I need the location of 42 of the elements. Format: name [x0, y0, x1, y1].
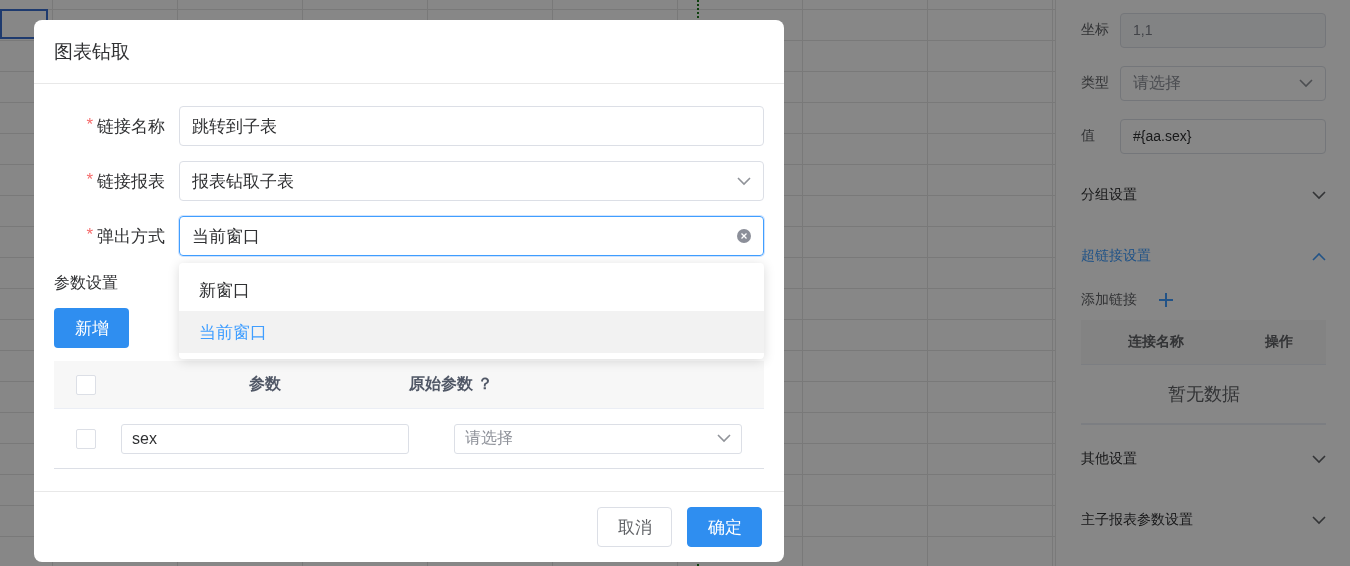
chevron-down-icon	[737, 176, 751, 186]
cancel-button[interactable]: 取消	[597, 507, 672, 547]
required-mark: *	[86, 224, 93, 246]
input-field[interactable]: sex	[121, 423, 409, 454]
section-header[interactable]: 分组设置	[1081, 171, 1326, 219]
chevron-down-icon	[1312, 454, 1326, 464]
select-field[interactable]: 报表钻取子表	[179, 161, 764, 201]
confirm-button[interactable]: 确定	[687, 507, 762, 547]
column-header: 参数	[248, 374, 282, 394]
field-label: 值	[1081, 127, 1096, 145]
clear-icon[interactable]	[737, 229, 751, 243]
dropdown-option[interactable]: 新窗口	[179, 269, 764, 311]
dropdown-option[interactable]: 当前窗口	[179, 311, 764, 353]
chevron-down-icon	[1312, 515, 1326, 525]
field-label: 链接名称	[97, 115, 165, 138]
field-label: 链接报表	[97, 170, 165, 193]
select-field[interactable]: 当前窗口	[179, 216, 764, 256]
column-header: 连接名称	[1127, 333, 1186, 351]
input-field[interactable]: 跳转到子表	[179, 106, 764, 146]
input-field[interactable]: #{aa.sex}	[1120, 118, 1326, 154]
column-header: 原始参数 ？	[409, 374, 495, 394]
checkbox[interactable]	[76, 428, 96, 449]
field-label: 坐标	[1081, 21, 1110, 39]
add-button[interactable]: 新增	[54, 308, 129, 348]
field-label: 弹出方式	[97, 225, 165, 248]
chevron-down-icon	[1312, 190, 1326, 200]
plus-icon[interactable]	[1159, 293, 1173, 307]
required-mark: *	[86, 169, 93, 191]
field-label: 类型	[1081, 74, 1110, 92]
required-mark: *	[86, 114, 93, 136]
dialog-title: 图表钻取	[54, 39, 130, 64]
select-field[interactable]: 请选择	[454, 423, 742, 454]
section-header[interactable]: 主子报表参数设置	[1081, 496, 1326, 544]
chevron-down-icon	[1299, 78, 1313, 88]
chevron-down-icon	[717, 434, 731, 443]
add-link-label: 添加链接	[1081, 291, 1137, 309]
column-header: 操作	[1263, 333, 1294, 351]
section-header[interactable]: 其他设置	[1081, 435, 1326, 483]
section-title: 参数设置	[54, 273, 118, 293]
empty-text: 暂无数据	[1081, 365, 1326, 425]
checkbox[interactable]	[76, 374, 96, 395]
chevron-up-icon	[1312, 251, 1326, 261]
